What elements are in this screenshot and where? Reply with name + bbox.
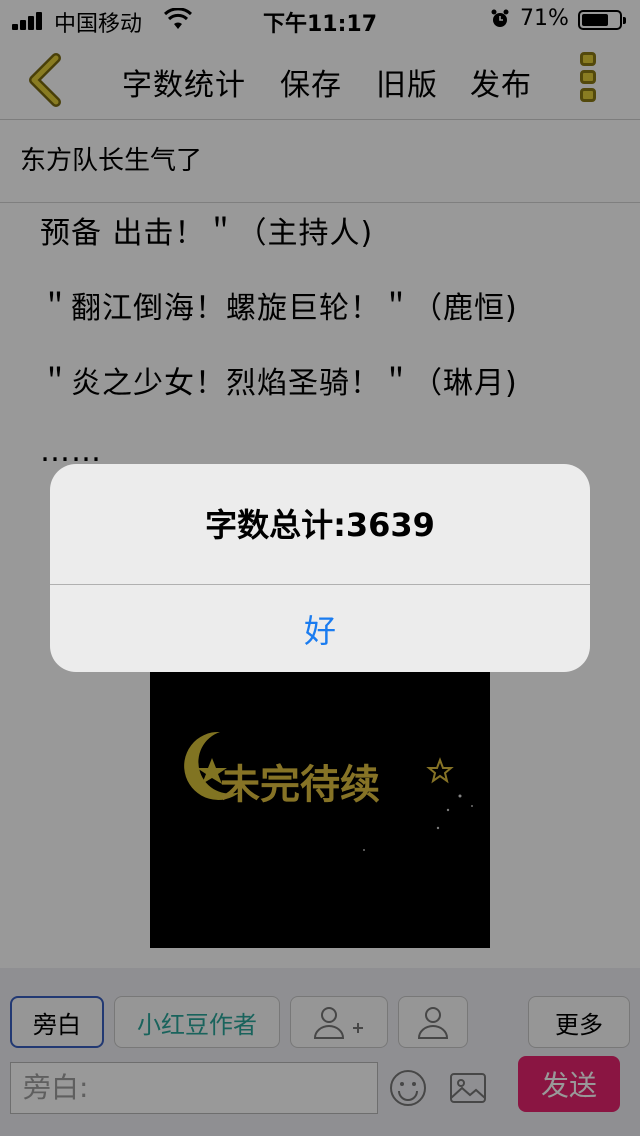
alert-message: 字数总计:3639 [205,506,435,544]
alert-ok-button[interactable]: 好 [50,585,590,672]
word-count-alert: 字数总计:3639 好 [50,464,590,672]
